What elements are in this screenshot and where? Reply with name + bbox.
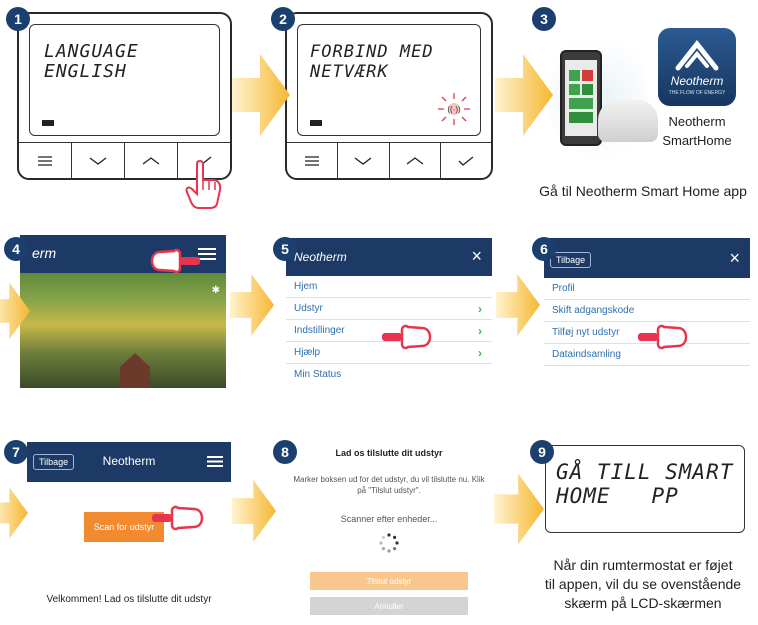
hamburger-menu-icon[interactable] [207,455,223,468]
back-button[interactable]: Tilbage [550,252,592,268]
thermostat-step2: FORBIND MED NETVÆRK ((·)) [285,12,493,180]
lcd-line-1: GÅ TILL SMART [556,460,734,484]
step-badge-9: 9 [530,440,554,464]
settings-gear-icon[interactable]: ✱ [212,285,220,296]
chevron-right-icon: › [478,302,482,316]
up-button[interactable] [125,143,178,178]
arrow-right-icon [232,479,276,543]
brand-partial: erm [32,245,57,261]
arrow-right-icon [496,273,540,337]
menu-item-min-status[interactable]: Min Status [286,364,492,386]
menu-button[interactable] [19,143,72,178]
app-name: Neotherm SmartHome [660,112,734,150]
check-icon [458,155,474,166]
phone-screen [565,60,597,136]
chevron-right-icon: › [478,346,482,360]
button-row [287,142,491,178]
navbar: Neotherm × [286,238,492,276]
step-badge-7: 7 [4,440,28,464]
svg-text:((·)): ((·)) [447,105,461,114]
battery-icon [42,120,54,126]
wifi-blinking-icon: ((·)) [438,93,470,125]
down-button[interactable] [338,143,390,178]
step-badge-2: 2 [271,7,295,31]
menu-item-profil[interactable]: Profil [544,278,750,300]
arrow-right-icon [495,54,553,136]
forest-photo: ✱ [20,273,226,388]
arrow-right-icon [0,282,30,340]
caption-line-2: til appen, vil du se ovenstående [544,576,742,592]
arrow-right-icon [494,473,544,545]
menu-icon [38,155,52,166]
step-badge-5: 5 [273,237,297,261]
chevron-up-icon [142,156,160,165]
app-menu-screen: Neotherm × Hjem Udstyr › Indstillinger › H… [286,238,492,388]
confirm-button[interactable] [441,143,491,178]
arrow-right-icon [232,54,290,136]
caption-line-1: Når din rumtermostat er føjet [553,557,733,573]
dialog-title: Lad os tilslutte dit udstyr [335,448,443,458]
scanning-text: Scanner efter enheder... [340,514,438,524]
pointing-hand-icon [638,324,688,350]
navbar: Tilbage × [544,238,750,278]
menu-item-hjem[interactable]: Hjem [286,276,492,298]
step-badge-6: 6 [532,237,556,261]
chevron-down-icon [89,156,107,165]
lcd-screen: LANGUAGE ENGLISH [29,24,220,136]
pointing-hand-icon [150,248,200,274]
navbar: Tilbage Neotherm [27,442,231,482]
lcd-line-2: HOME PP [556,484,679,508]
arrow-right-icon [0,487,28,539]
step-badge-8: 8 [273,440,297,464]
welcome-text: Velkommen! Lad os tilslutte dit udstyr [46,594,212,605]
gateway-device [598,100,658,142]
close-icon[interactable]: × [729,248,740,269]
cancel-button[interactable]: Annuller [310,597,468,615]
menu-item-skift-adgangskode[interactable]: Skift adgangskode [544,300,750,322]
instruction-sheet: 1 LANGUAGE ENGLISH 2 FORBIND MED NETVÆRK [0,0,758,625]
lcd-line-2: NETVÆRK [310,62,389,82]
house-roof [120,353,150,388]
connect-device-dialog: Lad os tilslutte dit udstyr Marker bokse… [286,442,492,622]
thermostat-step1: LANGUAGE ENGLISH [17,12,232,180]
pointing-hand-icon [152,505,204,531]
menu-item-udstyr[interactable]: Udstyr › [286,298,492,320]
tile-tagline: THE FLOW OF ENERGY [668,90,726,96]
lcd-screen: FORBIND MED NETVÆRK ((·)) [297,24,481,136]
tile-brand: Neotherm [670,74,724,88]
lcd-line-2: ENGLISH [44,61,127,82]
arrow-right-icon [230,273,274,337]
step-badge-4: 4 [4,237,28,261]
pointing-hand-icon [185,160,222,209]
step3-caption: Gå til Neotherm Smart Home app [539,183,747,199]
up-button[interactable] [390,143,441,178]
lcd-line-1: FORBIND MED [310,42,434,62]
chevron-up-icon [406,156,424,165]
connect-button[interactable]: Tilslut udstyr [310,572,468,590]
lcd-line-1: LANGUAGE [44,41,139,62]
app-name-line2: SmartHome [662,133,732,148]
pointing-hand-icon [382,324,432,350]
close-icon[interactable]: × [471,246,482,267]
dialog-instruction: Marker boksen ud for det udstyr, du vil … [293,475,485,495]
loading-spinner-icon [379,533,399,553]
chevron-right-icon: › [478,324,482,338]
brand: Neotherm [102,454,156,468]
battery-icon [310,120,322,126]
menu-button[interactable] [287,143,339,178]
step-badge-1: 1 [6,7,30,31]
menu-icon [305,155,320,166]
step-badge-3: 3 [532,7,556,31]
house-logo-icon [675,39,719,71]
app-name-line1: Neotherm [668,114,726,129]
phone-mockup [560,50,602,146]
app-tile[interactable]: Neotherm THE FLOW OF ENERGY [658,28,736,106]
step9-caption: Når din rumtermostat er føjet til appen,… [528,556,758,613]
caption-line-3: skærm på LCD-skærmen [564,595,722,611]
lcd-screen-final: GÅ TILL SMART HOME PP [545,445,745,533]
chevron-down-icon [354,156,372,165]
down-button[interactable] [72,143,125,178]
app-settings-screen: Tilbage × Profil Skift adgangskode Tilfø… [544,238,750,388]
brand: Neotherm [294,250,347,264]
